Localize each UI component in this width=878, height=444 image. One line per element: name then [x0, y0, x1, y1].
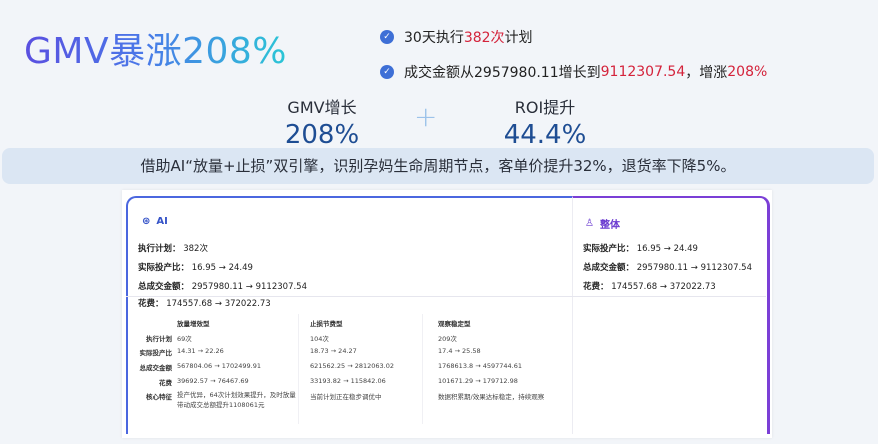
stat-label: 总成交金额： [138, 282, 190, 292]
table-cell: 621562.25 → 2812063.02 [310, 362, 395, 370]
stat-row: 实际投产比： 16.95 → 24.49 [138, 261, 253, 273]
stat-label: 花费： [583, 282, 609, 292]
table-cell: 104次 [310, 335, 329, 343]
table-cell: 投产优异，64次计划效果提升，及时放量带动成交总额提升1108061元 [177, 391, 296, 409]
table-row-label: 总成交金额 [139, 364, 173, 372]
overall-panel-title: ♙ 整体 [585, 216, 620, 231]
plus-icon: + [414, 100, 438, 133]
table-cell: 当前计划正在稳步调优中 [310, 393, 382, 401]
user-icon: ♙ [585, 218, 594, 229]
metric-label: ROI提升 [514, 98, 576, 117]
highlight-item: ✓ 成交金额从2957980.11增长到 9112307.54 ，增涨 208% [380, 62, 767, 82]
table-row-label: 核心特征 [146, 393, 172, 401]
stat-value: 174557.68 → 372022.73 [166, 299, 271, 309]
stat-value: 16.95 → 24.49 [191, 263, 253, 273]
stat-label: 执行计划： [138, 244, 181, 254]
table-header: 观察稳定型 [438, 320, 471, 328]
stat-value: 382次 [183, 244, 208, 254]
table-cell: 数据积累期/效果达标稳定，持续观察 [438, 393, 545, 401]
highlight-value: 382次 [463, 30, 505, 46]
highlight-item: ✓ 30天执行 382次 计划 [380, 27, 767, 47]
table-header: 止损节费型 [310, 320, 343, 328]
stat-row: 花费： 174557.68 → 372022.73 [138, 297, 271, 309]
table-cell: 567804.06 → 1702499.91 [177, 362, 262, 370]
headline: GMV暴涨208% [24, 22, 287, 74]
ai-panel-title: ⊛ AI [142, 216, 168, 227]
highlight-value: 9112307.54 [600, 64, 686, 80]
metric-gmv: GMV增长 208% [252, 94, 392, 150]
stat-row: 花费： 174557.68 → 372022.73 [583, 280, 716, 292]
panel-title-text: 整体 [599, 220, 620, 231]
results-card: ⊛ AI 执行计划： 382次 实际投产比： 16.95 → 24.49 总成交… [122, 190, 772, 438]
table-cell: 17.4 → 25.58 [438, 347, 481, 355]
column-separator [422, 314, 423, 424]
table-cell: 14.31 → 22.26 [177, 347, 224, 355]
metric-value: 44.4% [503, 120, 587, 150]
table-cell: 209次 [438, 335, 457, 343]
table-row-label: 执行计划 [146, 335, 172, 343]
panel-title-text: AI [156, 216, 168, 227]
table-header: 放量增效型 [177, 320, 210, 328]
highlight-text: 计划 [504, 30, 533, 46]
metric-roi: ROI提升 44.4% [475, 94, 615, 150]
stat-label: 总成交金额： [583, 263, 635, 273]
metric-value: 208% [284, 120, 360, 150]
stat-value: 16.95 → 24.49 [636, 244, 698, 254]
highlight-text: 30天执行 [404, 30, 464, 46]
stat-row: 总成交金额： 2957980.11 → 9112307.54 [138, 280, 307, 292]
stat-row: 执行计划： 382次 [138, 242, 208, 254]
highlight-value: 208% [727, 64, 768, 80]
divider [572, 296, 766, 297]
stat-label: 实际投产比： [583, 244, 635, 254]
overall-panel: ♙ 整体 实际投产比： 16.95 → 24.49 总成交金额： 2957980… [572, 196, 770, 434]
stat-value: 2957980.11 → 9112307.54 [191, 282, 307, 292]
table-cell: 69次 [177, 335, 192, 343]
table-cell: 39692.57 → 76467.69 [177, 377, 249, 385]
divider [126, 296, 572, 297]
stat-label: 花费： [138, 299, 164, 309]
table-cell: 33193.82 → 115842.06 [310, 377, 386, 385]
table-cell: 1768613.8 → 4597744.61 [438, 362, 523, 370]
table-row-label: 实际投产比 [139, 349, 173, 357]
table-cell: 101671.29 → 179712.98 [438, 377, 518, 385]
stat-value: 2957980.11 → 9112307.54 [636, 263, 752, 273]
stat-value: 174557.68 → 372022.73 [611, 282, 716, 292]
ai-bot-icon: ⊛ [142, 216, 151, 227]
stat-row: 总成交金额： 2957980.11 → 9112307.54 [583, 261, 752, 273]
summary-banner: 借助AI“放量+止损”双引擎，识别孕妈生命周期节点，客单价提升32%，退货率下降… [2, 148, 874, 184]
stat-label: 实际投产比： [138, 263, 190, 273]
check-circle-icon: ✓ [380, 65, 394, 79]
table-cell: 18.73 → 24.27 [310, 347, 357, 355]
highlight-text: 成交金额从2957980.11增长到 [404, 65, 601, 81]
stat-row: 实际投产比： 16.95 → 24.49 [583, 242, 698, 254]
highlights-list: ✓ 30天执行 382次 计划 ✓ 成交金额从2957980.11增长到 911230… [380, 27, 767, 97]
check-circle-icon: ✓ [380, 30, 394, 44]
metric-label: GMV增长 [287, 98, 357, 117]
table-row-label: 花费 [159, 379, 172, 387]
highlight-text: ，增涨 [685, 65, 728, 81]
